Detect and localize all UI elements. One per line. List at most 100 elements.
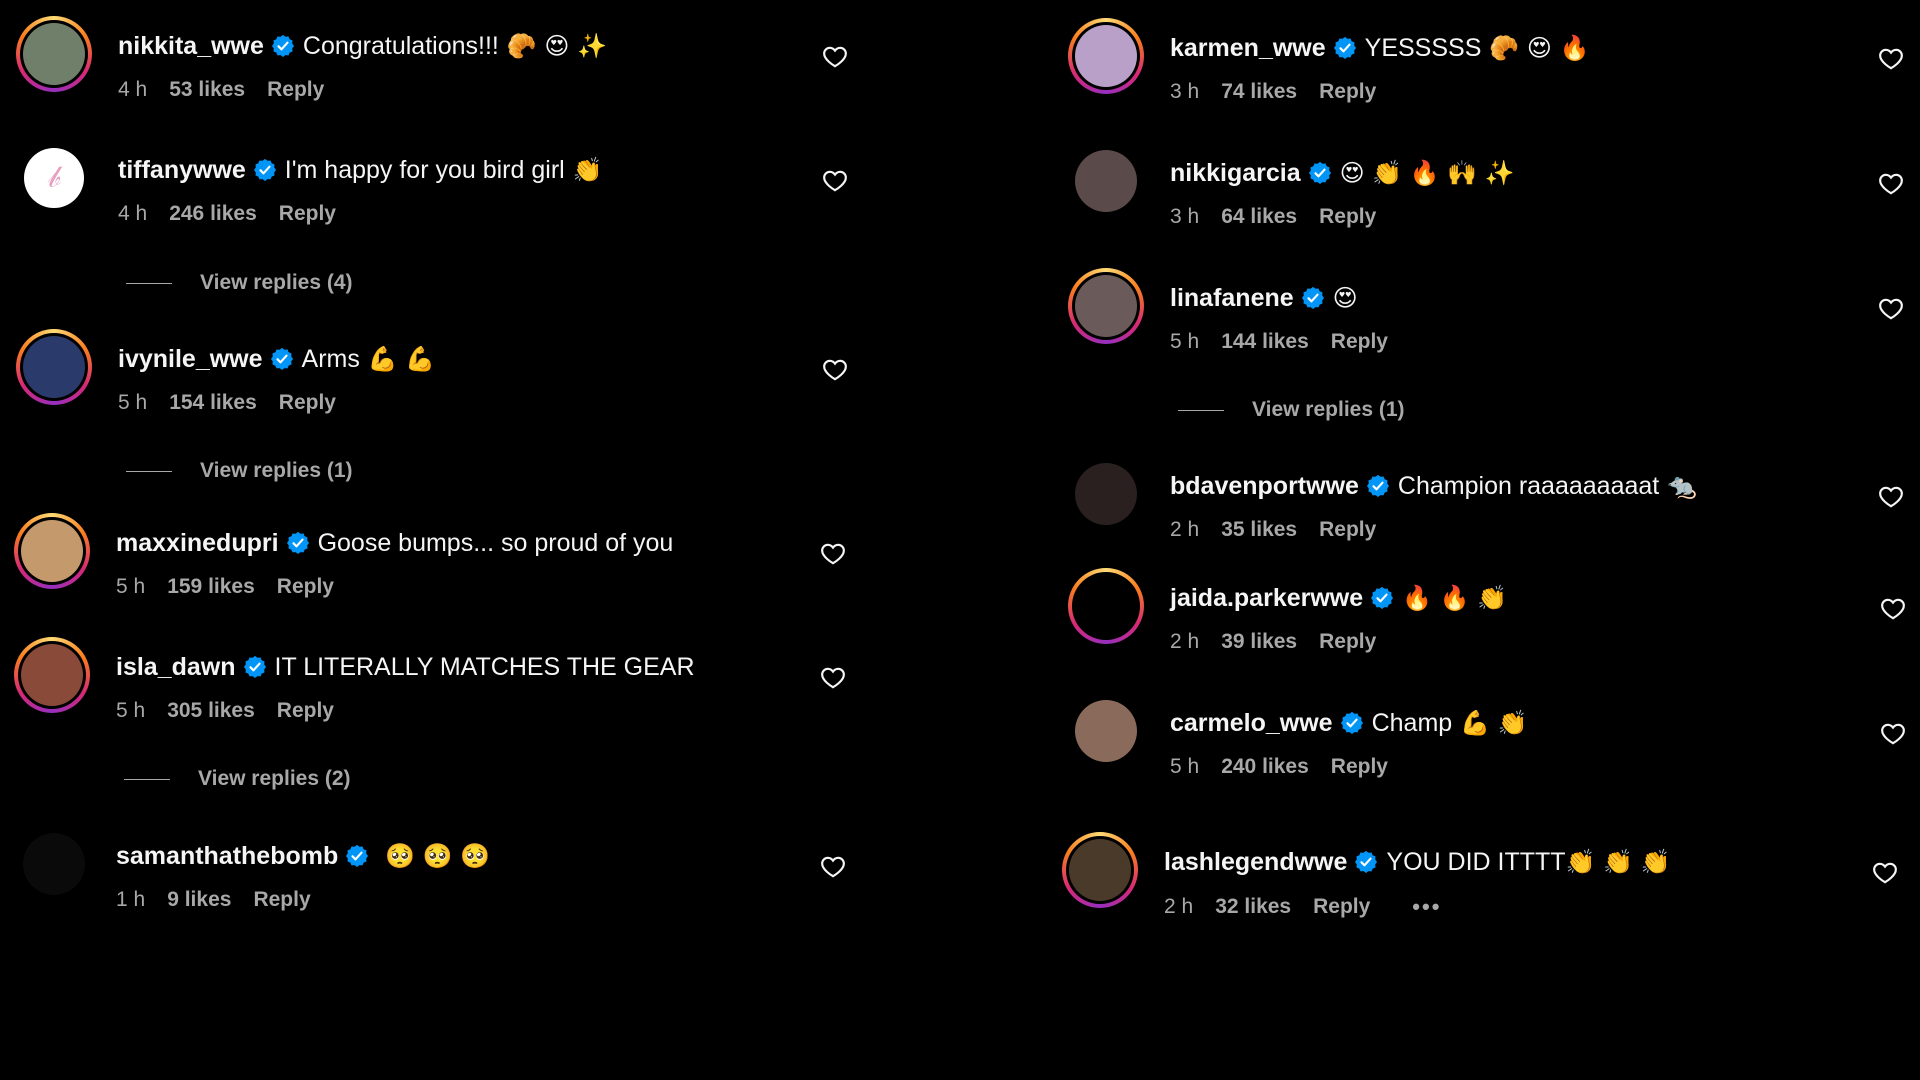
like-count[interactable]: 159 likes: [167, 575, 255, 599]
username[interactable]: tiffanywwe: [118, 154, 246, 186]
comment-emoji: 🥺 🥺 🥺: [385, 842, 491, 870]
verified-badge-icon: [1340, 711, 1364, 735]
comment-item: karmen_wwe YESSSSS 🥐 😍 🔥 3 h 74 likes Re…: [1052, 2, 1920, 104]
reply-button[interactable]: Reply: [1319, 630, 1376, 654]
heart-outline-icon[interactable]: [1878, 484, 1904, 510]
heart-outline-icon[interactable]: [820, 541, 846, 567]
heart-outline-icon[interactable]: [1878, 46, 1904, 72]
comment-text: Arms: [301, 345, 360, 373]
username[interactable]: jaida.parkerwwe: [1170, 582, 1363, 614]
view-replies-button[interactable]: View replies (2): [124, 764, 351, 794]
avatar[interactable]: [1068, 268, 1144, 344]
heart-outline-icon[interactable]: [1880, 721, 1906, 747]
heart-outline-icon[interactable]: [820, 854, 846, 880]
like-count[interactable]: 74 likes: [1221, 80, 1297, 104]
avatar[interactable]: [14, 513, 90, 589]
like-count[interactable]: 246 likes: [169, 202, 257, 226]
verified-badge-icon: [286, 531, 310, 555]
comment-text: YOU DID ITTTT: [1386, 848, 1566, 876]
reply-button[interactable]: Reply: [1319, 80, 1376, 104]
heart-outline-icon[interactable]: [822, 168, 848, 194]
verified-badge-icon: [1370, 586, 1394, 610]
like-count[interactable]: 305 likes: [167, 699, 255, 723]
view-replies-button[interactable]: View replies (4): [126, 268, 353, 298]
avatar[interactable]: [16, 826, 92, 902]
reply-button[interactable]: Reply: [1319, 518, 1376, 542]
comment-item: lashlegendwwe YOU DID ITTTT 👏 👏 👏 2 h 32…: [1052, 816, 1920, 919]
comment-text: Congratulations!!!: [302, 32, 499, 60]
reply-button[interactable]: Reply: [279, 391, 336, 415]
heart-outline-icon[interactable]: [822, 357, 848, 383]
comment-emoji: 🥐 😍 🔥: [1489, 34, 1590, 62]
verified-badge-icon: [1333, 36, 1357, 60]
timestamp: 2 h: [1164, 895, 1194, 918]
reply-button[interactable]: Reply: [1331, 330, 1388, 354]
like-count[interactable]: 144 likes: [1221, 330, 1309, 354]
reply-button[interactable]: Reply: [277, 575, 334, 599]
avatar[interactable]: [1062, 832, 1138, 908]
comment-item: samanthathebomb 🥺 🥺 🥺 1 h 9 likes Reply: [0, 810, 880, 912]
comment-item: linafanene 😍 5 h 144 likes Reply: [1052, 252, 1920, 354]
verified-badge-icon: [243, 655, 267, 679]
verified-badge-icon: [1308, 161, 1332, 185]
timestamp: 5 h: [116, 575, 146, 598]
avatar[interactable]: [1068, 693, 1144, 769]
comment-text: Champion raaaaaaaaat: [1397, 472, 1660, 500]
like-count[interactable]: 35 likes: [1221, 518, 1297, 542]
avatar[interactable]: 𝒷: [16, 140, 92, 216]
avatar[interactable]: [16, 329, 92, 405]
like-count[interactable]: 32 likes: [1215, 895, 1291, 919]
like-count[interactable]: 64 likes: [1221, 205, 1297, 229]
like-count[interactable]: 9 likes: [167, 888, 231, 912]
reply-button[interactable]: Reply: [279, 202, 336, 226]
comment-item: nikkita_wwe Congratulations!!! 🥐 😍 ✨ 4 h…: [0, 0, 880, 102]
reply-button[interactable]: Reply: [267, 78, 324, 102]
comment-item: nikkigarcia 😍 👏 🔥 🙌 ✨ 3 h 64 likes Reply: [1052, 127, 1920, 229]
like-count[interactable]: 240 likes: [1221, 755, 1309, 779]
comment-item: carmelo_wwe Champ 💪 👏 5 h 240 likes Repl…: [1052, 677, 1920, 779]
username[interactable]: maxxinedupri: [116, 527, 279, 559]
reply-button[interactable]: Reply: [1331, 755, 1388, 779]
reply-button[interactable]: Reply: [1313, 895, 1370, 919]
avatar[interactable]: [1068, 18, 1144, 94]
timestamp: 5 h: [118, 391, 148, 414]
reply-button[interactable]: Reply: [1319, 205, 1376, 229]
timestamp: 1 h: [116, 888, 146, 911]
comment-emoji: 🐀: [1667, 472, 1698, 500]
view-replies-button[interactable]: View replies (1): [126, 456, 353, 486]
avatar[interactable]: [16, 16, 92, 92]
heart-outline-icon[interactable]: [1878, 171, 1904, 197]
like-count[interactable]: 53 likes: [169, 78, 245, 102]
heart-outline-icon[interactable]: [820, 665, 846, 691]
comment-item: bdavenportwwe Champion raaaaaaaaat 🐀 2 h…: [1052, 440, 1920, 542]
heart-outline-icon[interactable]: [822, 44, 848, 70]
username[interactable]: linafanene: [1170, 282, 1294, 314]
username[interactable]: lashlegendwwe: [1164, 846, 1347, 878]
heart-outline-icon[interactable]: [1880, 596, 1906, 622]
view-replies-button[interactable]: View replies (1): [1178, 395, 1405, 425]
more-options-button[interactable]: •••: [1412, 894, 1441, 920]
comment-emoji: 😍: [1332, 284, 1358, 312]
avatar[interactable]: [1068, 143, 1144, 219]
username[interactable]: bdavenportwwe: [1170, 470, 1359, 502]
like-count[interactable]: 39 likes: [1221, 630, 1297, 654]
heart-outline-icon[interactable]: [1872, 860, 1898, 886]
heart-outline-icon[interactable]: [1878, 296, 1904, 322]
username[interactable]: carmelo_wwe: [1170, 707, 1333, 739]
avatar[interactable]: [1068, 568, 1144, 644]
comment-emoji: 💪 👏: [1460, 709, 1528, 737]
username[interactable]: nikkigarcia: [1170, 157, 1301, 189]
timestamp: 5 h: [116, 699, 146, 722]
reply-button[interactable]: Reply: [277, 699, 334, 723]
reply-button[interactable]: Reply: [253, 888, 310, 912]
avatar[interactable]: [1068, 456, 1144, 532]
avatar[interactable]: [14, 637, 90, 713]
comment-emoji: 🥐 😍 ✨: [506, 32, 607, 60]
username[interactable]: samanthathebomb: [116, 840, 338, 872]
username[interactable]: nikkita_wwe: [118, 30, 264, 62]
username[interactable]: ivynile_wwe: [118, 343, 263, 375]
username[interactable]: isla_dawn: [116, 651, 236, 683]
username[interactable]: karmen_wwe: [1170, 32, 1326, 64]
timestamp: 2 h: [1170, 630, 1200, 653]
like-count[interactable]: 154 likes: [169, 391, 257, 415]
